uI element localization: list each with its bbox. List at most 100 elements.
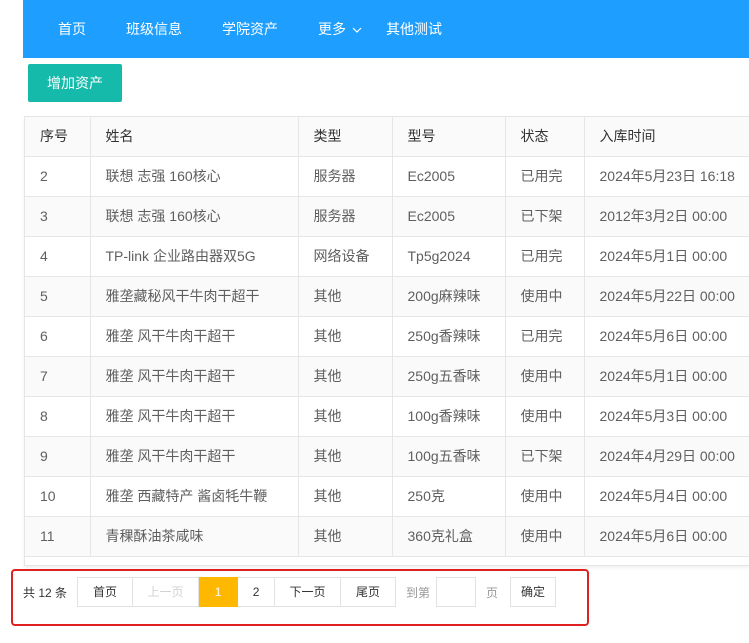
cell-stock-time: 2024年5月22日 00:00 [584,276,749,317]
cell-stock-time: 2012年3月2日 00:00 [584,196,749,237]
cell-status: 使用中 [505,516,585,557]
cell-status: 已下架 [505,436,585,477]
nav-item-label: 其他测试 [386,21,442,37]
cell-type: 网络设备 [298,236,393,277]
cell-index: 11 [25,516,91,557]
nav-item-label: 更多 [318,21,346,37]
total-count: 共 12 条 [23,585,68,600]
cell-stock-time: 2024年5月1日 00:00 [584,236,749,277]
cell-status: 使用中 [505,276,585,317]
last-page-button[interactable]: 尾页 [341,577,397,607]
chevron-down-icon [352,27,362,34]
first-page-button[interactable]: 首页 [77,577,134,607]
cell-name: 青稞酥油茶咸味 [90,516,299,557]
page-jump: 到第 页 确定 [406,577,557,607]
cell-stock-time: 2024年5月6日 00:00 [584,516,749,557]
cell-name: 雅垄 风干牛肉干超干 [90,436,299,477]
cell-status: 使用中 [505,396,585,437]
cell-type: 服务器 [298,156,393,197]
cell-type: 服务器 [298,196,393,237]
cell-name: TP-link 企业路由器双5G [90,236,299,277]
cell-type: 其他 [298,316,393,357]
page-number-input[interactable] [436,577,477,607]
cell-name: 雅垄 风干牛肉干超干 [90,396,299,437]
cell-name: 联想 志强 160核心 [90,156,299,197]
cell-model: 250克 [392,476,506,517]
cell-stock-time: 2024年5月6日 00:00 [584,316,749,357]
cell-model: Ec2005 [392,156,506,197]
prev-page-button: 上一页 [133,577,200,607]
table-row: 5 雅垄藏秘风干牛肉干超干 其他 200g麻辣味 使用中 2024年5月22日 00:00 [25,276,749,317]
assets-table-container: 序号 姓名 类型 型号 状态 入库时间 2 联想 志强 160核心 服务器 Ec200… [24,116,749,566]
cell-stock-time: 2024年5月1日 00:00 [584,356,749,397]
nav-item-home[interactable]: 首页 [58,0,86,58]
cell-model: 100g香辣味 [392,396,506,437]
top-navigation: 首页 班级信息 学院资产 更多 其他测试 [23,0,749,58]
page-unit-label: 页 [486,585,499,600]
add-asset-button[interactable]: 增加资产 [28,64,122,102]
next-page-button[interactable]: 下一页 [275,577,342,607]
cell-stock-time: 2024年5月4日 00:00 [584,476,749,517]
cell-index: 10 [25,476,91,517]
cell-type: 其他 [298,436,393,477]
table-header-row: 序号 姓名 类型 型号 状态 入库时间 [25,117,749,157]
cell-status: 已用完 [505,236,585,277]
cell-model: 100g五香味 [392,436,506,477]
nav-item-more[interactable]: 更多 [318,0,362,58]
nav-item-label: 学院资产 [222,21,278,37]
cell-stock-time: 2024年5月3日 00:00 [584,396,749,437]
header-stock-time: 入库时间 [584,117,749,157]
cell-name: 雅垄 风干牛肉干超干 [90,316,299,357]
cell-index: 5 [25,276,91,317]
cell-name: 雅垄 风干牛肉干超干 [90,356,299,397]
goto-label: 到第 [406,585,431,600]
cell-model: 360克礼盒 [392,516,506,557]
header-type: 类型 [298,117,393,157]
cell-index: 4 [25,236,91,277]
table-row: 8 雅垄 风干牛肉干超干 其他 100g香辣味 使用中 2024年5月3日 00:00 [25,396,749,437]
cell-type: 其他 [298,396,393,437]
cell-stock-time: 2024年4月29日 00:00 [584,436,749,477]
cell-model: 250g五香味 [392,356,506,397]
pagination: 共 12 条 首页 上一页 1 2 下一页 尾页 到第 页 确定 [23,577,557,607]
cell-status: 使用中 [505,356,585,397]
cell-status: 已下架 [505,196,585,237]
cell-type: 其他 [298,276,393,317]
cell-index: 6 [25,316,91,357]
table-row: 9 雅垄 风干牛肉干超干 其他 100g五香味 已下架 2024年4月29日 00:00 [25,436,749,477]
cell-model: 200g麻辣味 [392,276,506,317]
assets-table: 序号 姓名 类型 型号 状态 入库时间 2 联想 志强 160核心 服务器 Ec200… [25,117,749,557]
header-name: 姓名 [90,117,299,157]
cell-index: 3 [25,196,91,237]
table-row: 2 联想 志强 160核心 服务器 Ec2005 已用完 2024年5月23日 16:18 [25,156,749,197]
confirm-jump-button[interactable]: 确定 [510,577,557,607]
table-row: 7 雅垄 风干牛肉干超干 其他 250g五香味 使用中 2024年5月1日 00:00 [25,356,749,397]
nav-item-class-info[interactable]: 班级信息 [126,0,182,58]
nav-item-label: 首页 [58,21,86,37]
cell-index: 2 [25,156,91,197]
nav-item-label: 班级信息 [126,21,182,37]
cell-type: 其他 [298,516,393,557]
nav-item-college-assets[interactable]: 学院资产 [222,0,278,58]
cell-status: 使用中 [505,476,585,517]
page-1-button[interactable]: 1 [199,577,239,607]
cell-type: 其他 [298,476,393,517]
header-index: 序号 [25,117,91,157]
cell-name: 雅垄 西藏特产 酱卤牦牛鞭 [90,476,299,517]
left-edge [0,0,23,643]
cell-status: 已用完 [505,316,585,357]
cell-index: 7 [25,356,91,397]
cell-model: 250g香辣味 [392,316,506,357]
cell-index: 9 [25,436,91,477]
table-row: 3 联想 志强 160核心 服务器 Ec2005 已下架 2012年3月2日 00:00 [25,196,749,237]
table-row: 10 雅垄 西藏特产 酱卤牦牛鞭 其他 250克 使用中 2024年5月4日 00:00 [25,476,749,517]
cell-type: 其他 [298,356,393,397]
table-row: 6 雅垄 风干牛肉干超干 其他 250g香辣味 已用完 2024年5月6日 00:00 [25,316,749,357]
header-status: 状态 [505,117,585,157]
cell-status: 已用完 [505,156,585,197]
cell-model: Ec2005 [392,196,506,237]
cell-index: 8 [25,396,91,437]
cell-name: 雅垄藏秘风干牛肉干超干 [90,276,299,317]
nav-item-other-tests[interactable]: 其他测试 [386,0,442,58]
page-2-button[interactable]: 2 [238,577,276,607]
